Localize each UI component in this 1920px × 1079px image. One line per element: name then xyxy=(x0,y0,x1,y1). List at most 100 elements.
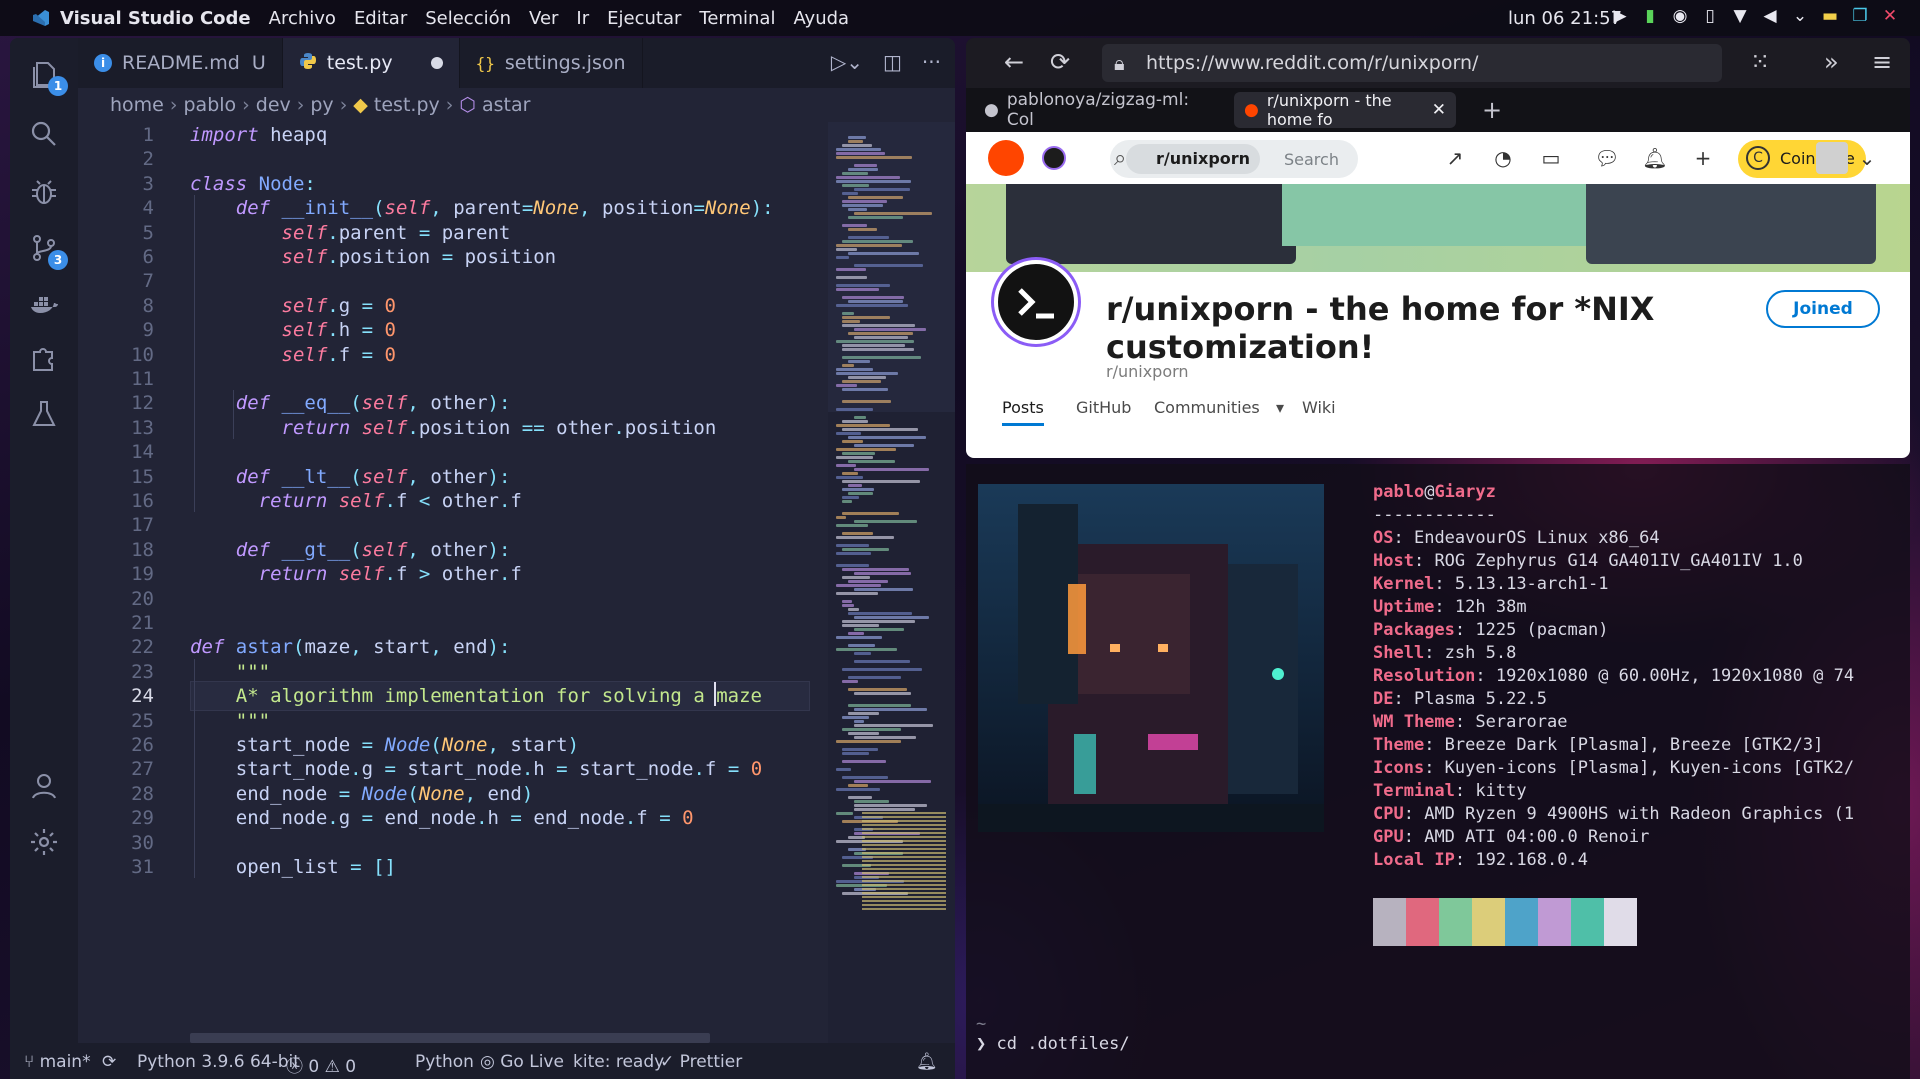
problems-status[interactable]: ⓧ 0 ⚠ 0 xyxy=(286,1052,356,1077)
more-actions-icon[interactable]: ··· xyxy=(922,50,941,74)
testing-icon[interactable] xyxy=(24,394,64,434)
back-icon[interactable]: ← xyxy=(1004,48,1024,76)
chevron-down-icon[interactable]: ⌄ xyxy=(1854,145,1880,171)
run-icon[interactable]: ▷⌄ xyxy=(831,50,863,74)
vpn-icon[interactable]: ◉ xyxy=(1670,6,1690,26)
python-interpreter[interactable]: Python 3.9.6 64-bit xyxy=(137,1052,300,1072)
clipboard-icon[interactable]: ▯ xyxy=(1700,6,1720,26)
code-line[interactable]: 31 open_list = [] xyxy=(78,852,818,882)
horizontal-scrollbar[interactable] xyxy=(190,1033,710,1043)
terminal-window[interactable]: pablo@Giaryz ------------ OS: EndeavourO… xyxy=(966,464,1910,1079)
minimap-line xyxy=(848,704,912,707)
breadcrumb-home[interactable]: home xyxy=(110,94,164,116)
color-swatch xyxy=(1439,898,1472,946)
close-tab-icon[interactable]: ✕ xyxy=(1432,100,1446,120)
subreddit-banner xyxy=(966,184,1910,272)
minimap-line xyxy=(836,448,896,451)
neofetch-line: DE: Plasma 5.22.5 xyxy=(1373,689,1547,709)
branch-status[interactable]: ⑂ main* xyxy=(24,1052,91,1072)
menu-terminal[interactable]: Terminal xyxy=(699,8,775,29)
kite-status[interactable]: kite: ready xyxy=(573,1052,664,1072)
hamburger-menu-icon[interactable]: ≡ xyxy=(1872,48,1892,76)
notifications-bell-icon[interactable]: 🔔︎ xyxy=(916,1052,938,1072)
new-tab-icon[interactable]: + xyxy=(1472,92,1512,128)
tab-test-py[interactable]: test.py xyxy=(282,38,460,88)
menu-editar[interactable]: Editar xyxy=(354,8,407,29)
nav-posts[interactable]: Posts xyxy=(1002,398,1044,426)
breadcrumb-file[interactable]: test.py xyxy=(374,94,440,116)
popular-icon[interactable]: ↗ xyxy=(1442,145,1468,171)
bell-icon[interactable]: 🔔︎ xyxy=(1642,145,1668,171)
debug-icon[interactable] xyxy=(24,172,64,212)
minimap-viewport[interactable] xyxy=(828,122,955,412)
source-control-icon[interactable]: 3 xyxy=(24,228,68,270)
tab-readme[interactable]: i README.md U xyxy=(78,38,283,88)
reload-icon[interactable]: ⟳ xyxy=(1050,48,1070,76)
chat-icon[interactable]: 💬︎ xyxy=(1594,145,1620,171)
untracked-indicator: U xyxy=(251,52,266,74)
volume-icon[interactable]: ◀ xyxy=(1760,6,1780,26)
language-mode[interactable]: Python xyxy=(415,1052,474,1072)
lock-icon[interactable]: 🔒︎ xyxy=(1114,51,1125,75)
chevron-right-icon: › xyxy=(445,94,454,116)
joined-button[interactable]: Joined xyxy=(1766,290,1880,328)
menu-seleccion[interactable]: Selección xyxy=(425,8,511,29)
user-avatar[interactable] xyxy=(1816,142,1848,174)
tab-settings-json[interactable]: {} settings.json xyxy=(460,38,643,88)
app-name[interactable]: Visual Studio Code xyxy=(60,8,251,29)
settings-gear-icon[interactable] xyxy=(24,822,64,862)
info-key: CPU xyxy=(1373,804,1404,824)
reddit-logo-icon[interactable] xyxy=(988,140,1024,176)
menu-archivo[interactable]: Archivo xyxy=(269,8,336,29)
tab-label: pablonoya/zigzag-ml: Col xyxy=(1006,90,1190,130)
explorer-icon[interactable]: 1 xyxy=(24,54,68,96)
code-editor[interactable]: 1 import heapq 2 3 class Node: 4 def __init__… xyxy=(78,122,828,1043)
maximize-icon[interactable]: ❐ xyxy=(1850,6,1870,26)
nav-github[interactable]: GitHub xyxy=(1076,398,1131,417)
battery-icon[interactable]: ▮ xyxy=(1640,6,1660,26)
go-live-status[interactable]: ◎ Go Live xyxy=(480,1052,564,1072)
close-icon[interactable]: ✕ xyxy=(1880,6,1900,26)
nav-communities[interactable]: Communities xyxy=(1154,398,1260,417)
breadcrumb-py[interactable]: py xyxy=(310,94,333,116)
chevron-down-icon[interactable]: ⌄ xyxy=(1790,6,1810,26)
wifi-icon[interactable]: ▼ xyxy=(1730,6,1750,26)
menu-ver[interactable]: Ver xyxy=(529,8,558,29)
overflow-chevron-icon[interactable]: » xyxy=(1824,48,1839,76)
prompt-symbol: ❯ xyxy=(976,1034,987,1054)
sync-icon[interactable]: ⟳ xyxy=(102,1052,116,1072)
split-editor-icon[interactable]: ◫ xyxy=(883,50,902,74)
account-icon[interactable] xyxy=(24,766,64,806)
coin-icon: C xyxy=(1746,146,1770,170)
search-scope-chip[interactable]: r/unixporn xyxy=(1126,144,1261,174)
docker-icon[interactable] xyxy=(24,284,64,324)
create-post-icon[interactable]: + xyxy=(1690,145,1716,171)
url-text[interactable]: https://www.reddit.com/r/unixporn/ xyxy=(1146,52,1478,74)
github-icon: ● xyxy=(984,100,999,120)
unsaved-dot-icon[interactable] xyxy=(430,57,443,69)
tab-reddit[interactable]: ● r/unixporn - the home fo ✕ xyxy=(1234,91,1456,129)
prettier-status[interactable]: ✓ Prettier xyxy=(660,1052,742,1072)
subreddit-avatar-icon[interactable] xyxy=(1042,146,1066,170)
breadcrumb-pablo[interactable]: pablo xyxy=(183,94,236,116)
extensions-icon[interactable] xyxy=(24,338,64,378)
breadcrumb-dev[interactable]: dev xyxy=(256,94,291,116)
breadcrumb-symbol[interactable]: astar xyxy=(482,94,530,116)
prompt-line[interactable]: ❯ cd .dotfiles/ xyxy=(976,1034,1130,1054)
search-placeholder[interactable]: Search xyxy=(1284,150,1339,169)
minimap[interactable] xyxy=(828,122,955,1043)
search-icon[interactable] xyxy=(24,114,64,154)
apps-grid-icon[interactable]: ⁙ xyxy=(1750,48,1770,76)
tab-label: r/unixporn - the home fo xyxy=(1266,91,1392,129)
menu-ayuda[interactable]: Ayuda xyxy=(793,8,849,29)
vscode-icon[interactable] xyxy=(30,7,52,29)
tab-github[interactable]: ● pablonoya/zigzag-ml: Col xyxy=(974,90,1214,130)
minimize-icon[interactable]: ▬ xyxy=(1820,6,1840,26)
menu-ejecutar[interactable]: Ejecutar xyxy=(607,8,681,29)
video-icon[interactable]: ▭ xyxy=(1538,145,1564,171)
stats-icon[interactable]: ◔ xyxy=(1490,145,1516,171)
menu-ir[interactable]: Ir xyxy=(576,8,589,29)
nav-wiki[interactable]: Wiki xyxy=(1302,398,1336,417)
clock[interactable]: lun 06 21:57 xyxy=(1508,8,1622,29)
media-play-icon[interactable]: ▶ xyxy=(1610,6,1630,26)
